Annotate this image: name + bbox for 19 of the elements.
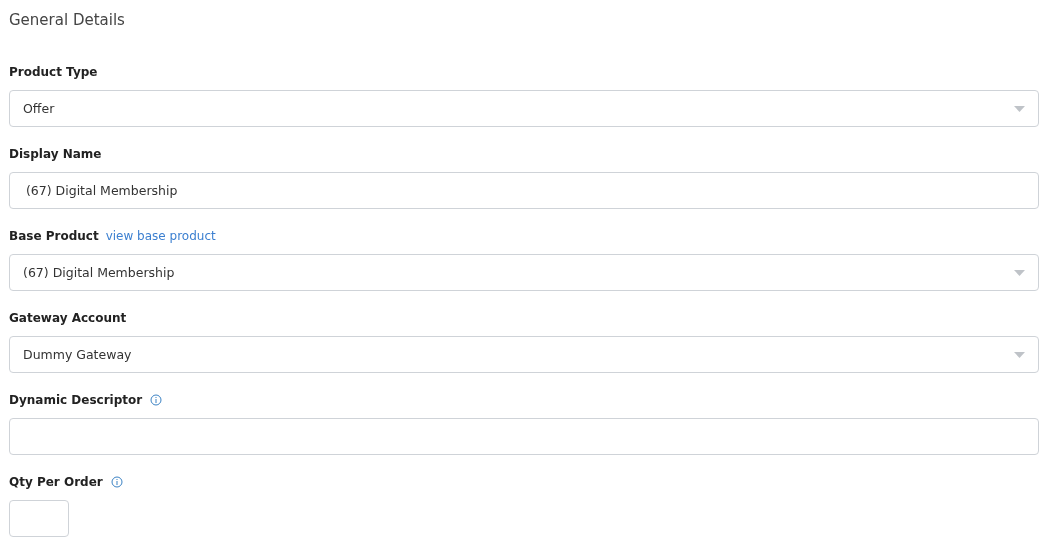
select-field[interactable]: Offer: [9, 90, 1039, 127]
info-icon[interactable]: [150, 394, 163, 406]
input-field[interactable]: [9, 418, 1039, 455]
quantity-field[interactable]: [9, 500, 69, 537]
select-field[interactable]: (67) Digital Membership: [9, 254, 1039, 291]
input-field[interactable]: (67) Digital Membership: [9, 172, 1039, 209]
caret-icon: [1014, 105, 1025, 112]
field-label: Dynamic Descriptor: [9, 393, 143, 407]
select-field[interactable]: Dummy Gateway: [9, 336, 1039, 373]
view-link[interactable]: view base product: [105, 229, 216, 243]
field-label: Gateway Account: [9, 311, 127, 325]
caret-icon: [1014, 351, 1025, 358]
caret-icon: [1014, 269, 1025, 276]
field-label: Display Name: [9, 147, 102, 161]
field-label: Product Type: [9, 65, 98, 79]
info-icon[interactable]: [110, 476, 123, 488]
field-label: Base Product: [9, 229, 99, 243]
section-title: General Details: [9, 10, 126, 31]
field-label: Qty Per Order: [9, 475, 103, 489]
